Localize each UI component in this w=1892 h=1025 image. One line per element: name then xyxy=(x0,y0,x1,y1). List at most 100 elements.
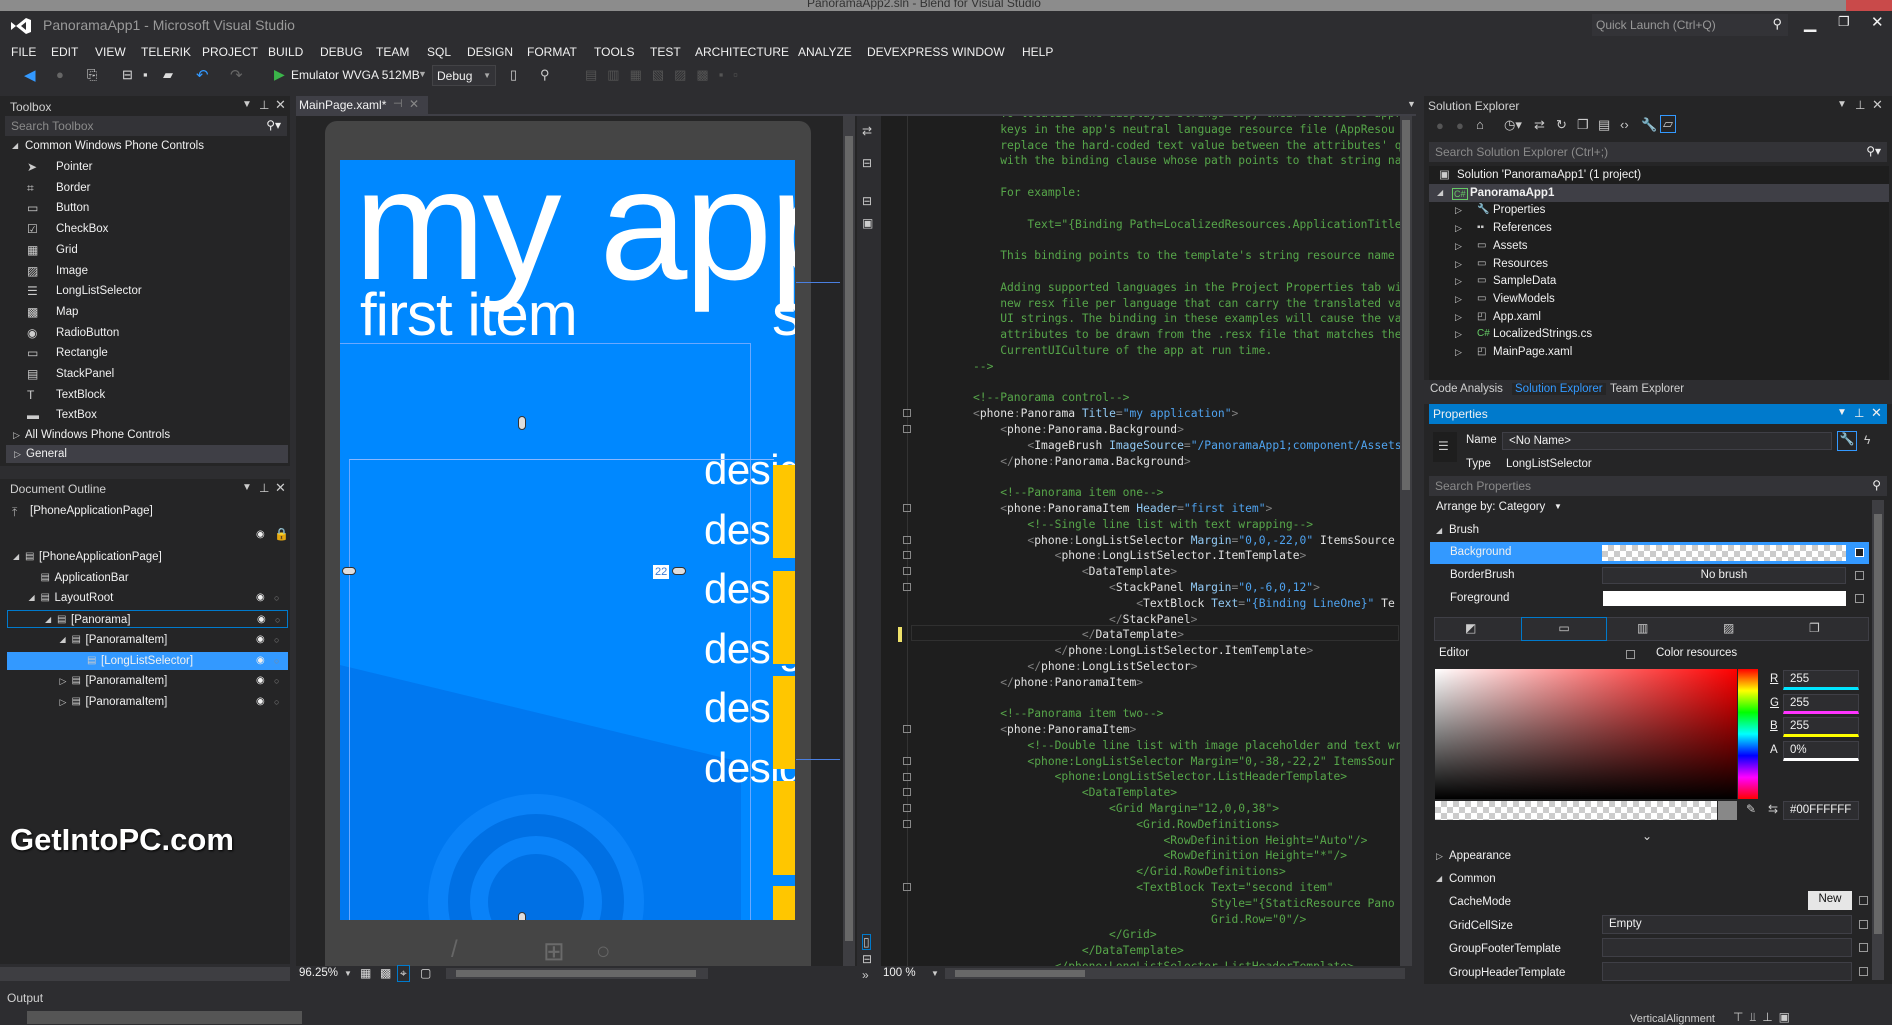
restore-button[interactable]: ❐ xyxy=(1838,14,1850,30)
toolbox-item-map[interactable]: ▩ Map xyxy=(0,303,290,321)
code-line[interactable]: with the binding clause whose path point… xyxy=(973,153,1403,169)
lock-toggle-icon[interactable]: ○ xyxy=(274,631,279,649)
advanced-options-icon[interactable] xyxy=(1859,943,1868,952)
code-line[interactable]: </StackPanel> xyxy=(973,612,1403,628)
property-value-groupfootertemplate[interactable] xyxy=(1602,938,1852,957)
navigate-back-icon[interactable]: ◀ xyxy=(24,66,36,84)
sync-icon[interactable]: ⇄ xyxy=(1534,117,1545,133)
toolbox-item-pointer[interactable]: ➤ Pointer xyxy=(0,158,290,176)
code-line[interactable]: <RowDefinition Height="Auto"/> xyxy=(973,833,1403,849)
collapse-region-icon[interactable] xyxy=(903,583,911,591)
right-margin-handle[interactable] xyxy=(672,567,686,575)
eyedropper-icon[interactable]: ✎ xyxy=(1746,802,1756,816)
code-line[interactable]: <ImageBrush ImageSource="/PanoramaApp1;c… xyxy=(973,438,1403,454)
toolbox-category-all-windows-phone-controls[interactable]: ▷ All Windows Phone Controls xyxy=(0,426,290,444)
code-line[interactable]: <phone:Panorama Title="my application"> xyxy=(973,406,1403,422)
events-lightning-button[interactable]: ϟ xyxy=(1864,433,1870,447)
menu-analyze[interactable]: ANALYZE xyxy=(798,45,852,59)
lock-toggle-icon[interactable]: ○ xyxy=(274,672,279,690)
collapse-region-icon[interactable] xyxy=(903,756,911,765)
save-all-icon[interactable]: ▰ xyxy=(163,67,173,83)
collapsed-arrow-icon[interactable]: ▷ xyxy=(1436,851,1443,862)
channel-input-b[interactable]: 255 xyxy=(1783,717,1859,738)
outline-item[interactable]: ▷ ▤ [PanoramaItem] ◉ ○ xyxy=(0,693,290,711)
panel-menu-icon[interactable]: ▼ xyxy=(1837,99,1847,110)
code-line[interactable]: <phone:PanoramaItem Header="first item"> xyxy=(973,501,1403,517)
code-line[interactable]: <!--Panorama item two--> xyxy=(973,706,1403,722)
collapsed-arrow-icon[interactable]: ▷ xyxy=(1455,272,1462,290)
code-line[interactable]: <StackPanel Margin="0,-6,0,12"> xyxy=(973,580,1403,596)
grid-toggle-icon[interactable]: ▦ xyxy=(360,966,371,980)
annotations-icon[interactable]: ▢ xyxy=(420,966,431,980)
eye-icon[interactable]: ◉ xyxy=(256,631,265,649)
solution-item[interactable]: ▷ ▭ Assets xyxy=(1429,237,1889,255)
expanded-arrow-icon[interactable]: ◢ xyxy=(1437,184,1443,202)
properties-scrollbar[interactable] xyxy=(1872,500,1884,980)
menu-build[interactable]: BUILD xyxy=(268,45,303,59)
snap-lines-icon[interactable]: ⌖ xyxy=(397,965,410,982)
swap-panes-icon[interactable]: ⇄ xyxy=(862,124,872,138)
tab-mainpage-xaml[interactable]: MainPage.xaml* ⊣ ✕ xyxy=(296,96,428,114)
eye-icon[interactable]: ◉ xyxy=(256,672,265,690)
code-line[interactable]: <phone:LongListSelector.ItemTemplate> xyxy=(973,548,1403,564)
channel-input-a[interactable]: 0% xyxy=(1783,741,1859,762)
new-cachemode-button[interactable]: New xyxy=(1808,891,1852,910)
menu-architecture[interactable]: ARCHITECTURE xyxy=(695,45,789,59)
code-line[interactable] xyxy=(973,169,1403,185)
editor-vertical-scrollbar[interactable] xyxy=(1400,116,1412,966)
pin-icon[interactable]: ⊥ xyxy=(1854,406,1864,420)
solution-item[interactable]: ▷ ▪▪ References xyxy=(1429,219,1889,237)
outline-item[interactable]: ◢ ▤ [Panorama] ◉ ○ xyxy=(7,610,288,629)
collapse-region-icon[interactable] xyxy=(903,788,911,797)
collapsed-arrow-icon[interactable]: ▷ xyxy=(1455,343,1462,361)
menu-debug[interactable]: DEBUG xyxy=(320,45,363,59)
design-view-icon[interactable]: ▯ xyxy=(862,934,871,950)
back-icon[interactable]: ● xyxy=(1436,118,1444,133)
advanced-options-icon[interactable] xyxy=(1859,896,1868,905)
toolbox-item-border[interactable]: ⌗ Border xyxy=(0,179,290,197)
top-margin-handle[interactable] xyxy=(518,416,526,430)
code-line[interactable]: keys in the app's neutral language resou… xyxy=(973,122,1403,138)
tile-brush-tab[interactable]: ▨ xyxy=(1723,621,1734,635)
code-line[interactable]: Adding supported languages in the Projec… xyxy=(973,280,1403,296)
tab-team-explorer[interactable]: Team Explorer xyxy=(1610,383,1684,395)
outline-scope-root[interactable]: [PhoneApplicationPage] xyxy=(30,505,153,517)
code-line[interactable]: To localize the displayed strings copy t… xyxy=(973,116,1403,122)
collapsed-arrow-icon[interactable]: ▷ xyxy=(1455,325,1462,343)
outline-item[interactable]: ◢ ▤ [PhoneApplicationPage] xyxy=(0,548,290,566)
channel-input-g[interactable]: 255 xyxy=(1783,693,1859,714)
swap-icon[interactable]: ⇆ xyxy=(1768,802,1778,816)
xaml-code-editor[interactable]: To localize the displayed strings copy t… xyxy=(881,116,1412,966)
code-line[interactable]: </phone:PanoramaItem> xyxy=(973,675,1403,691)
lock-toggle-icon[interactable]: ○ xyxy=(274,652,279,670)
toolbox-item-longlistselector[interactable]: ☰ LongListSelector xyxy=(0,282,290,300)
menu-tools[interactable]: TOOLS xyxy=(594,45,634,59)
lock-icon[interactable]: 🔒 xyxy=(274,527,289,541)
eye-icon[interactable]: ◉ xyxy=(256,589,265,607)
code-line[interactable]: replace the hard-coded text value betwee… xyxy=(973,138,1403,154)
code-line[interactable]: </phone:LongListSelector> xyxy=(973,659,1403,675)
home-icon[interactable]: ⌂ xyxy=(1476,117,1484,132)
undo-icon[interactable]: ↶ xyxy=(196,66,209,84)
code-line[interactable]: </DataTemplate> xyxy=(973,943,1403,959)
advanced-options-icon[interactable] xyxy=(1855,594,1864,603)
code-line[interactable]: <phone:LongListSelector Margin="0,-38,-2… xyxy=(973,754,1403,770)
editor-horizontal-scrollbar[interactable] xyxy=(945,968,1405,979)
solution-item[interactable]: ▷ ◰ App.xaml xyxy=(1429,308,1889,326)
code-line[interactable]: For example: xyxy=(973,185,1403,201)
menu-help[interactable]: HELP xyxy=(1022,45,1053,59)
brush-swatch[interactable] xyxy=(1602,545,1846,561)
refresh-icon[interactable]: ↻ xyxy=(1556,117,1567,133)
code-line[interactable] xyxy=(973,469,1403,485)
expanded-arrow-icon[interactable]: ◢ xyxy=(1436,526,1442,535)
toolbox-item-grid[interactable]: ▦ Grid xyxy=(0,241,290,259)
device-icon[interactable]: ▯ xyxy=(510,67,517,83)
collapse-region-icon[interactable] xyxy=(903,804,911,813)
toolbox-item-button[interactable]: ▭ Button xyxy=(0,199,290,217)
code-line[interactable]: <RowDefinition Height="*"/> xyxy=(973,848,1403,864)
pin-icon[interactable]: ⊥ xyxy=(259,98,269,112)
expanded-arrow-icon[interactable]: ◢ xyxy=(45,611,51,629)
outline-item[interactable]: ◢ ▤ [PanoramaItem] ◉ ○ xyxy=(0,631,290,649)
menu-project[interactable]: PROJECT xyxy=(202,45,258,59)
menu-format[interactable]: FORMAT xyxy=(527,45,577,59)
